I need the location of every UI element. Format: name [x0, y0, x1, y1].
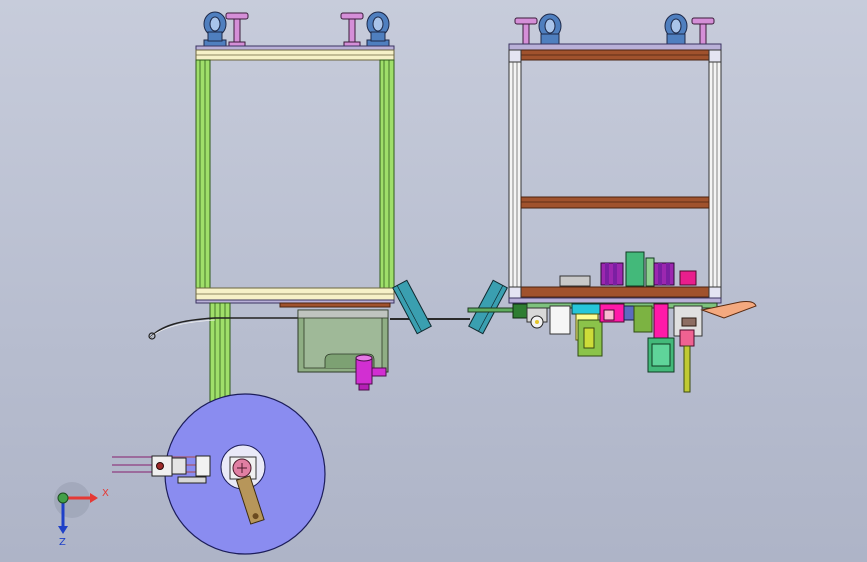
right-teal-guide [468, 279, 508, 335]
right-top-plate [508, 43, 722, 51]
right-leveling-foot-2 [691, 17, 715, 45]
assembly-drawing[interactable]: X Z [0, 0, 867, 562]
right-caster-2 [664, 13, 688, 45]
right-feed-block [512, 303, 528, 319]
left-top-plate [195, 45, 395, 51]
left-caster-1 [203, 11, 227, 49]
right-upright-left [508, 61, 522, 289]
right-lower-mechanism [526, 302, 718, 393]
left-leveling-foot-1 [225, 12, 249, 48]
x-axis-label: X [102, 488, 109, 499]
right-upright-right [708, 61, 722, 289]
left-frame-assembly [112, 11, 470, 555]
left-under-strip [279, 302, 391, 308]
right-bottom-brown-bar [520, 286, 710, 298]
right-caster-1 [538, 13, 562, 45]
z-axis-label: Z [59, 537, 66, 548]
right-upper-components [559, 251, 697, 287]
right-frame-assembly [467, 13, 757, 393]
coordinate-triad: X Z [54, 482, 109, 548]
left-teal-guide [392, 279, 432, 335]
left-upright-left [195, 59, 211, 291]
left-collection-bin [297, 309, 389, 373]
right-bottom-plate [508, 297, 722, 304]
left-caster-2 [366, 11, 390, 49]
right-leveling-foot-1 [514, 17, 538, 45]
y-axis-point [57, 492, 69, 504]
left-leveling-foot-2 [340, 12, 364, 48]
left-upright-right [379, 59, 395, 291]
cad-viewport[interactable]: X Z [0, 0, 867, 562]
right-middle-brown-bar [520, 196, 710, 209]
